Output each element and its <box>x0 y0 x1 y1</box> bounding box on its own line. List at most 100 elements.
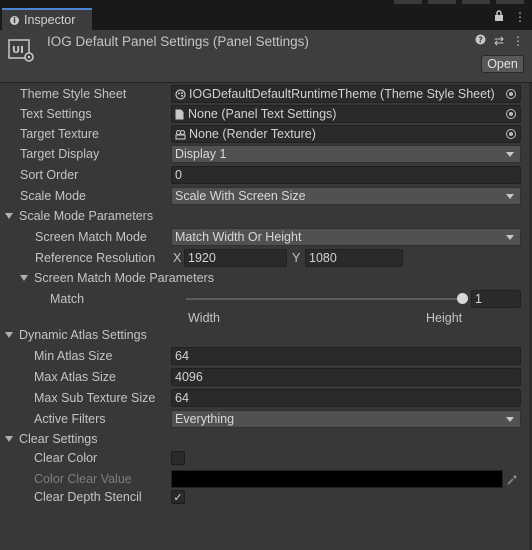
screen-match-mode-parameters-header: Screen Match Mode Parameters <box>34 271 214 285</box>
clear-color-row: Clear Color <box>0 448 532 468</box>
object-picker-icon[interactable] <box>502 126 520 142</box>
scale-mode-row: Scale Mode Scale With Screen Size <box>0 186 532 206</box>
reference-resolution-y-input[interactable]: 1080 <box>305 249 403 267</box>
match-slider-handle[interactable] <box>457 293 468 304</box>
reference-resolution-x-input[interactable]: 1920 <box>184 249 287 267</box>
dynamic-atlas-settings-foldout[interactable]: Dynamic Atlas Settings <box>0 325 532 345</box>
theme-style-sheet-value: IOGDefaultDefaultRuntimeTheme (Theme Sty… <box>189 87 495 101</box>
text-settings-value: None (Panel Text Settings) <box>188 107 337 121</box>
max-sub-texture-size-row: Max Sub Texture Size 64 <box>0 388 532 408</box>
reference-resolution-row: Reference Resolution X 1920 Y 1080 <box>0 248 532 268</box>
match-min-label: Width <box>188 311 220 325</box>
match-label: Match <box>50 292 85 306</box>
scale-mode-dropdown[interactable]: Scale With Screen Size <box>171 187 521 205</box>
sort-order-row: Sort Order 0 <box>0 165 532 185</box>
min-atlas-size-label: Min Atlas Size <box>34 349 113 363</box>
match-row: Match 1 <box>0 289 532 309</box>
tab-inspector-label: Inspector <box>24 13 76 27</box>
eyedropper-icon[interactable] <box>503 470 521 488</box>
max-sub-texture-size-input[interactable]: 64 <box>171 389 521 407</box>
target-display-dropdown[interactable]: Display 1 <box>171 145 521 163</box>
target-texture-label: Target Texture <box>20 127 99 141</box>
color-clear-value-row: Color Clear Value <box>0 469 532 489</box>
active-filters-dropdown[interactable]: Everything <box>171 410 521 428</box>
presets-icon[interactable]: ⇄ <box>494 34 504 48</box>
clear-color-checkbox[interactable] <box>171 451 185 465</box>
top-toolbar-remnants <box>394 0 524 4</box>
theme-style-sheet-label: Theme Style Sheet <box>20 87 127 101</box>
target-texture-field[interactable]: None (Render Texture) <box>171 125 521 143</box>
color-clear-value-label: Color Clear Value <box>34 472 132 486</box>
screen-match-mode-dropdown[interactable]: Match Width Or Height <box>171 228 521 246</box>
sort-order-input[interactable]: 0 <box>171 166 521 184</box>
target-display-label: Target Display <box>20 147 100 161</box>
match-value-input[interactable]: 1 <box>471 290 521 308</box>
active-filters-label: Active Filters <box>34 412 106 426</box>
foldout-arrow-icon[interactable] <box>5 213 13 219</box>
screen-match-mode-row: Screen Match Mode Match Width Or Height <box>0 227 532 247</box>
component-title: IOG Default Panel Settings (Panel Settin… <box>47 34 309 49</box>
chevron-down-icon <box>506 194 514 199</box>
foldout-arrow-icon[interactable] <box>5 436 13 442</box>
match-slider-track[interactable] <box>186 298 462 300</box>
min-atlas-size-row: Min Atlas Size 64 <box>0 346 532 366</box>
theme-style-sheet-field[interactable]: IOGDefaultDefaultRuntimeTheme (Theme Sty… <box>171 85 521 103</box>
y-label[interactable]: Y <box>292 251 300 265</box>
clear-settings-foldout[interactable]: Clear Settings <box>0 429 532 449</box>
chevron-down-icon <box>506 152 514 157</box>
foldout-arrow-icon[interactable] <box>20 275 28 281</box>
component-header: UI IOG Default Panel Settings (Panel Set… <box>0 30 532 82</box>
scale-mode-parameters-header: Scale Mode Parameters <box>19 209 154 223</box>
svg-text:UI: UI <box>12 45 24 56</box>
target-display-value: Display 1 <box>175 147 227 161</box>
screen-match-mode-label: Screen Match Mode <box>35 230 147 244</box>
style-sheet-icon <box>175 88 186 100</box>
text-settings-row: Text Settings None (Panel Text Settings) <box>0 104 532 124</box>
reference-resolution-label: Reference Resolution <box>35 251 156 265</box>
text-settings-field[interactable]: None (Panel Text Settings) <box>171 105 521 123</box>
max-atlas-size-input[interactable]: 4096 <box>171 368 521 386</box>
chevron-down-icon <box>506 235 514 240</box>
max-atlas-size-label: Max Atlas Size <box>34 370 116 384</box>
header-divider <box>0 82 532 83</box>
svg-text:?: ? <box>478 36 483 45</box>
clear-depth-stencil-checkbox[interactable]: ✓ <box>171 490 185 504</box>
tab-controls: ⋮ <box>494 10 526 24</box>
scale-mode-parameters-foldout[interactable]: Scale Mode Parameters <box>0 206 532 226</box>
dynamic-atlas-settings-header: Dynamic Atlas Settings <box>19 328 147 342</box>
screen-match-mode-parameters-foldout[interactable]: Screen Match Mode Parameters <box>0 268 532 288</box>
more-options-icon[interactable]: ⋮ <box>514 10 526 24</box>
clear-depth-stencil-row: Clear Depth Stencil ✓ <box>0 487 532 507</box>
component-menu-icon[interactable]: ⋮ <box>512 34 524 48</box>
color-clear-value-swatch[interactable] <box>171 470 503 488</box>
object-picker-icon[interactable] <box>502 86 520 102</box>
sort-order-label: Sort Order <box>20 168 79 182</box>
foldout-arrow-icon[interactable] <box>5 332 13 338</box>
chevron-down-icon <box>506 417 514 422</box>
scale-mode-value: Scale With Screen Size <box>175 189 306 203</box>
object-picker-icon[interactable] <box>502 106 520 122</box>
x-label[interactable]: X <box>173 251 181 265</box>
tab-inspector[interactable]: i Inspector <box>2 8 92 30</box>
clear-depth-stencil-label: Clear Depth Stencil <box>34 490 142 504</box>
editor-tab-strip: i Inspector ⋮ <box>0 0 532 30</box>
match-max-label: Height <box>426 311 463 325</box>
lock-icon[interactable] <box>494 10 504 24</box>
file-icon <box>175 109 184 120</box>
active-filters-value: Everything <box>175 412 235 426</box>
panel-settings-icon: UI <box>8 38 36 64</box>
help-icon[interactable]: ? <box>475 34 486 48</box>
clear-color-label: Clear Color <box>34 451 98 465</box>
info-icon: i <box>10 15 19 25</box>
open-button[interactable]: Open <box>481 55 524 73</box>
active-filters-row: Active Filters Everything <box>0 409 532 429</box>
max-atlas-size-row: Max Atlas Size 4096 <box>0 367 532 387</box>
theme-style-sheet-row: Theme Style Sheet IOGDefaultDefaultRunti… <box>0 84 532 104</box>
scale-mode-label: Scale Mode <box>20 189 87 203</box>
target-display-row: Target Display Display 1 <box>0 144 532 164</box>
min-atlas-size-input[interactable]: 64 <box>171 347 521 365</box>
text-settings-label: Text Settings <box>20 107 92 121</box>
render-texture-icon <box>175 129 186 140</box>
target-texture-value: None (Render Texture) <box>189 127 316 141</box>
header-controls: ? ⇄ ⋮ <box>475 34 524 48</box>
